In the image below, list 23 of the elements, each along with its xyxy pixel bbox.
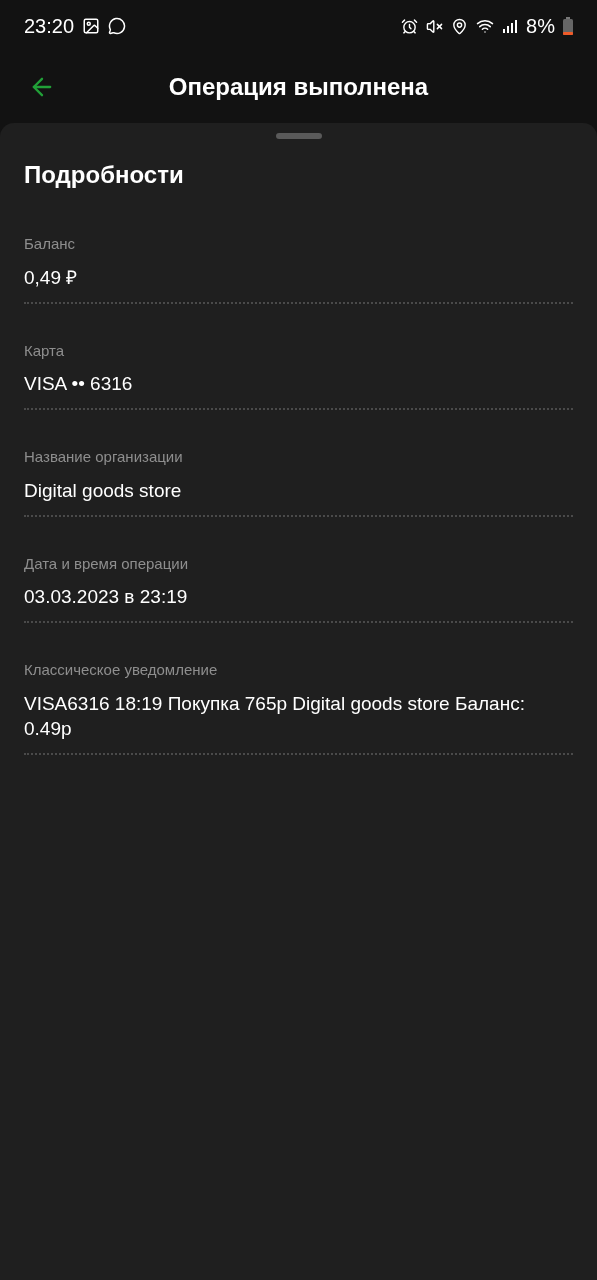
image-icon [82, 17, 101, 35]
field-value: VISA •• 6316 [24, 372, 134, 396]
mute-icon [426, 17, 444, 35]
battery-percent: 8% [526, 14, 555, 39]
status-time: 23:20 [24, 14, 75, 39]
field-value: 03.03.2023 в 23:19 [24, 585, 189, 609]
drag-handle[interactable] [275, 133, 322, 139]
field-label: Классическое уведомление [24, 660, 219, 680]
signal-icon [502, 18, 519, 34]
page-title: Операция выполнена [168, 72, 429, 102]
field-label: Название организации [24, 447, 184, 467]
field-label: Дата и время операции [24, 553, 190, 574]
section-title: Подробности [24, 160, 185, 190]
field-value: Digital goods store [24, 478, 183, 503]
field-value: VISA6316 18:19 Покупка 765р Digital goods store Баланс: 0.49р [24, 691, 526, 741]
location-icon [451, 17, 469, 35]
field-value: 0,49 ₽ [24, 265, 79, 290]
chat-icon [108, 17, 127, 35]
field-label: Карта [24, 340, 66, 361]
battery-icon [563, 17, 573, 35]
alarm-icon [401, 17, 419, 35]
field-label: Баланс [24, 234, 77, 254]
wifi-icon [476, 17, 495, 35]
